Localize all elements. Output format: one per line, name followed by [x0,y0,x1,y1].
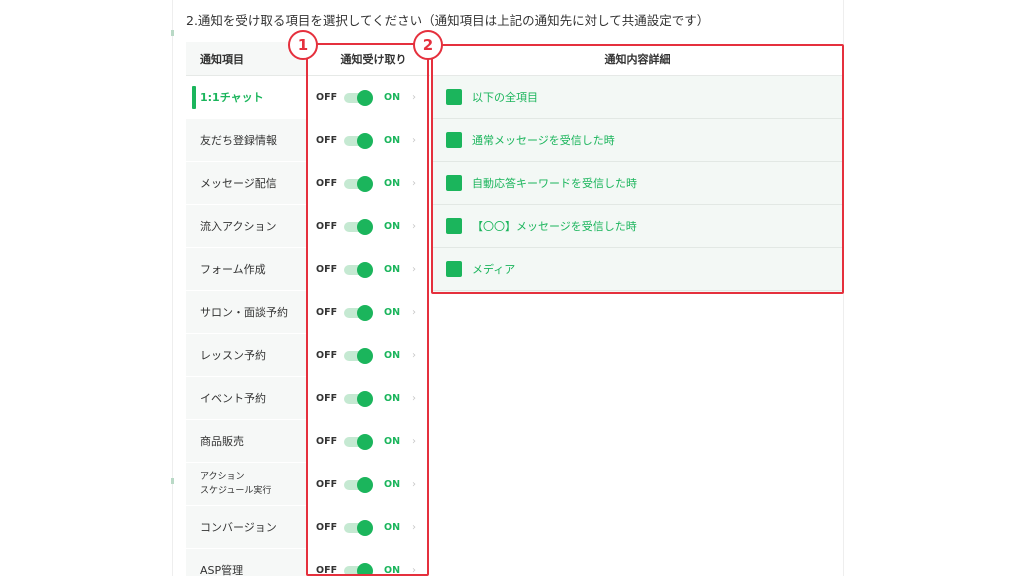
item-action-schedule[interactable]: アクション スケジュール実行 [186,463,306,506]
item-label: メッセージ配信 [200,177,277,190]
item-asp-management[interactable]: ASP管理 [186,549,306,576]
item-label: アクション スケジュール実行 [200,470,271,498]
item-label: 流入アクション [200,220,277,233]
item-message-delivery[interactable]: メッセージ配信 [186,162,306,205]
item-label: コンバージョン [200,521,277,534]
item-product-sales[interactable]: 商品販売 [186,420,306,463]
annotation-badge-2: 2 [413,30,443,60]
item-lesson-booking[interactable]: レッスン予約 [186,334,306,377]
item-friend-registration[interactable]: 友だち登録情報 [186,119,306,162]
item-event-booking[interactable]: イベント予約 [186,377,306,420]
item-conversion[interactable]: コンバージョン [186,506,306,549]
divider-tick [171,478,174,484]
item-label-line: アクション [200,472,245,482]
item-label: 1:1チャット [200,91,264,104]
section-title: 2.通知を受け取る項目を選択してください（通知項目は上記の通知先に対して共通設定… [186,13,710,28]
item-label: フォーム作成 [200,263,266,276]
notification-items-column: 通知項目 1:1チャット 友だち登録情報 メッセージ配信 流入アクション フォー… [186,42,306,576]
item-label-line: スケジュール実行 [200,486,272,496]
item-label: レッスン予約 [200,349,266,362]
annotation-badge-1: 1 [288,30,318,60]
item-1-1-chat[interactable]: 1:1チャット [186,76,306,119]
item-label: 友だち登録情報 [200,134,277,147]
item-salon-booking[interactable]: サロン・面談予約 [186,291,306,334]
item-label: 商品販売 [200,435,244,448]
item-form-creation[interactable]: フォーム作成 [186,248,306,291]
item-label: サロン・面談予約 [200,306,288,319]
left-divider [171,0,174,576]
item-label: ASP管理 [200,564,244,576]
item-label: イベント予約 [200,392,266,405]
item-inflow-action[interactable]: 流入アクション [186,205,306,248]
divider-tick [171,30,174,36]
annotation-box-receive-column [306,43,429,576]
annotation-box-detail-panel [431,44,844,294]
